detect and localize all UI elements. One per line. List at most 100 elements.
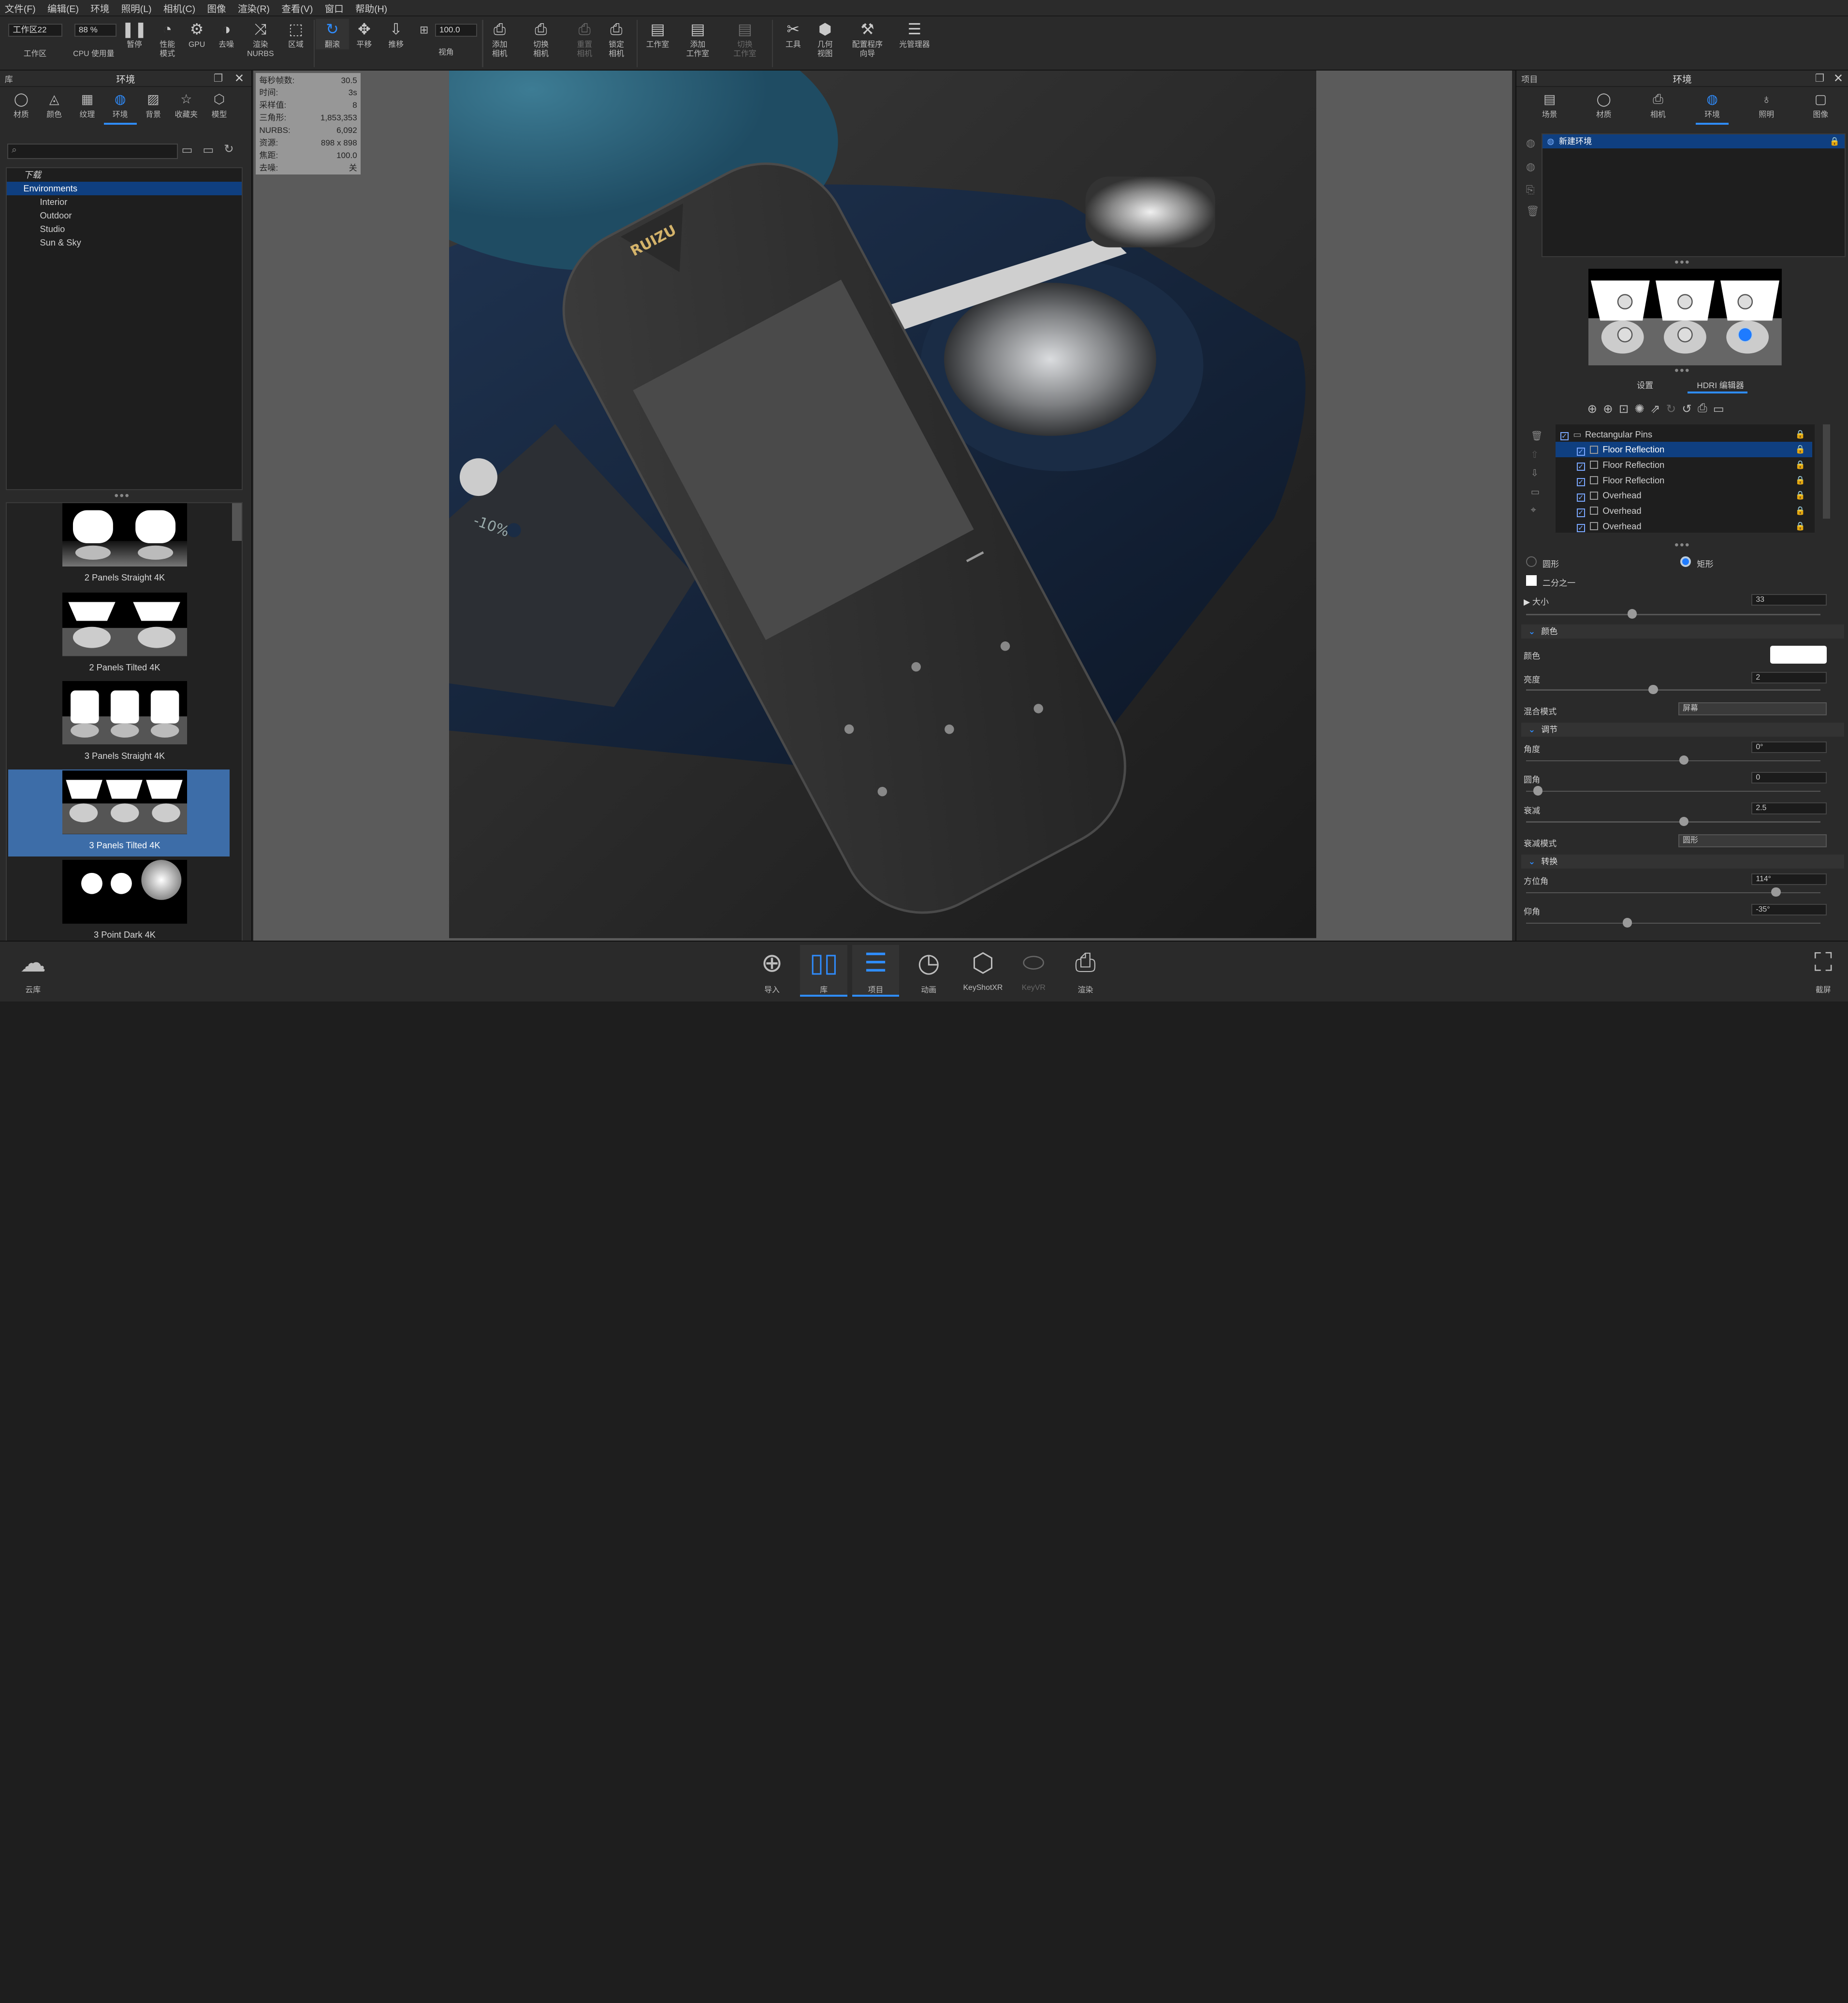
add-studio-button[interactable]: ▤ 添加 工作室 [681,19,714,59]
menu-item[interactable]: 照明(L) [121,1,152,15]
save-icon[interactable]: ⎙ [1698,402,1707,416]
falloff-slider[interactable] [1526,816,1821,827]
angle-slider[interactable] [1526,755,1821,765]
move-up-icon[interactable]: ⇧ [1531,449,1543,461]
menu-item[interactable]: 图像 [207,1,226,15]
add-environment-icon[interactable]: ◍ [1526,137,1535,149]
config-wizard-button[interactable]: ⚒ 配置程序 向导 [848,19,886,59]
duplicate-environment-icon[interactable]: ◍ [1526,160,1535,173]
folder-add-icon[interactable]: ▭ [203,143,214,157]
screenshot-button[interactable]: ⛶ 截屏 [1800,945,1847,995]
library-tab[interactable]: ▨ 背景 [137,92,170,125]
library-tab[interactable]: ◬ 颜色 [38,92,71,125]
add-pin-circle-icon[interactable]: ⊕ [1603,402,1613,416]
solo-checkbox[interactable] [1589,491,1598,500]
light-manager-button[interactable]: ☰ 光管理器 [896,19,933,49]
pin-item[interactable]: ✓ Overhead 🔒 [1556,503,1813,519]
fov-field[interactable]: 100.0 [435,23,478,37]
tree-item-download[interactable]: 下载 [7,168,242,182]
folder-icon[interactable]: ▭ [1713,402,1724,416]
animation-button[interactable]: ◷ 动画 [905,945,952,995]
lock-icon[interactable]: 🔒 [1795,488,1805,503]
shape-rect-radio[interactable] [1680,556,1691,567]
pause-button[interactable]: ❚❚ 暂停 [118,19,151,49]
group-icon[interactable]: ▭ [1531,486,1543,498]
lock-icon[interactable]: 🔒 [1795,473,1805,488]
render-viewport[interactable]: 每秒帧数: 30.5 时间: 3s 采样值: 8 三角形: 1,853,353 NURBS: 6,… [253,71,1513,941]
color-swatch[interactable] [1770,646,1827,664]
region-button[interactable]: ⬚ 区域 [279,19,312,49]
blend-mode-select[interactable]: 屏幕 [1678,702,1827,715]
copy-environment-icon[interactable]: ⎘ [1526,184,1535,196]
menu-item[interactable]: 窗口 [325,1,344,15]
pin-item[interactable]: ✓ Overhead 🔒 [1556,519,1813,533]
round-field[interactable]: 0 [1751,771,1827,784]
project-tab[interactable]: ◍ 环境 [1695,92,1729,125]
falloff-field[interactable]: 2.5 [1751,802,1827,814]
thumbnail-image[interactable] [62,681,188,745]
studio-button[interactable]: ▤ 工作室 [641,19,674,49]
solo-checkbox[interactable] [1589,522,1598,531]
tree-item-outdoor[interactable]: Outdoor [7,209,242,222]
solo-checkbox[interactable] [1589,476,1598,485]
project-tab[interactable]: ▤ 场景 [1533,92,1566,125]
library-tab[interactable]: ⬡ 模型 [203,92,235,125]
target-icon[interactable]: ⌖ [1531,505,1543,516]
keyvr-button[interactable]: ⬭ KeyVR [1010,945,1057,992]
transform-section-header[interactable]: ⌄ 转换 [1521,854,1845,869]
brightness-field[interactable]: 2 [1751,671,1827,684]
lock-icon[interactable]: 🔒 [1795,457,1805,473]
add-camera-button[interactable]: ⎙ 添加 相机 [483,19,516,59]
library-search-input[interactable]: ⌕ [7,144,178,160]
scrollbar-thumb[interactable] [232,503,242,541]
project-tab[interactable]: ⎙ 相机 [1642,92,1674,125]
shape-circle-radio[interactable] [1526,556,1537,567]
splitter-handle[interactable]: ••• [1674,538,1690,552]
brightness-slider[interactable] [1526,684,1821,695]
menu-item[interactable]: 文件(F) [5,1,36,15]
environment-item[interactable]: ◍ 新建环境 🔒 [1542,134,1845,148]
menu-item[interactable]: 编辑(E) [47,1,79,15]
library-tab[interactable]: ◯ 材质 [5,92,38,125]
lock-camera-button[interactable]: ⎙ 锁定 相机 [600,19,633,59]
elevation-field[interactable]: -35° [1751,904,1827,916]
geometry-view-button[interactable]: ⬢ 几何 视图 [809,19,842,59]
tree-item-interior[interactable]: Interior [7,195,242,209]
cloud-library-button[interactable]: ☁ 云库 [10,945,57,995]
tree-item-sun-sky[interactable]: Sun & Sky [7,236,242,249]
move-down-icon[interactable]: ⇩ [1531,467,1543,479]
library-button[interactable]: ▯▯ 库 [800,944,847,997]
falloff-mode-select[interactable]: 圆形 [1678,834,1827,847]
tumble-button[interactable]: ↻ 翻滚 [316,19,349,50]
project-button[interactable]: ☰ 项目 [852,944,900,997]
menu-item[interactable]: 环境 [90,1,109,15]
menu-item[interactable]: 相机(C) [163,1,195,15]
visibility-checkbox[interactable]: ✓ [1576,493,1585,502]
solo-checkbox[interactable] [1589,445,1598,454]
menu-item[interactable]: 查看(V) [281,1,313,15]
export-icon[interactable]: ⇗ [1650,402,1660,416]
lock-icon[interactable]: 🔒 [1795,519,1805,533]
workspace-select[interactable]: 工作区22 [8,23,63,37]
denoise-button[interactable]: ◑ 去噪 [210,19,243,49]
refresh-icon[interactable]: ↻ [224,142,233,156]
azimuth-slider[interactable] [1526,887,1821,897]
thumbnail-image[interactable] [62,503,188,567]
visibility-checkbox[interactable]: ✓ [1576,478,1585,487]
thumbnail-image[interactable] [62,770,188,834]
menu-item[interactable]: 帮助(H) [355,1,387,15]
pin-group[interactable]: ✓ ▭ Rectangular Pins 🔒 [1556,427,1813,442]
import-button[interactable]: ⊕ 导入 [748,945,796,995]
adjust-section-header[interactable]: ⌄ 调节 [1521,722,1845,737]
elevation-slider[interactable] [1526,918,1821,928]
tree-item-studio[interactable]: Studio [7,222,242,236]
sun-pin-icon[interactable]: ✺ [1635,402,1644,416]
thumbnail-image[interactable] [62,860,188,924]
visibility-checkbox[interactable]: ✓ [1576,524,1585,533]
pan-button[interactable]: ✥ 平移 [348,19,380,49]
half-checkbox[interactable] [1526,575,1537,586]
dolly-button[interactable]: ⇩ 推移 [379,19,412,49]
lock-icon[interactable]: 🔒 [1795,442,1805,457]
close-icon[interactable]: ✕ [1833,71,1843,86]
add-pin-icon[interactable]: ⊕ [1587,402,1597,416]
